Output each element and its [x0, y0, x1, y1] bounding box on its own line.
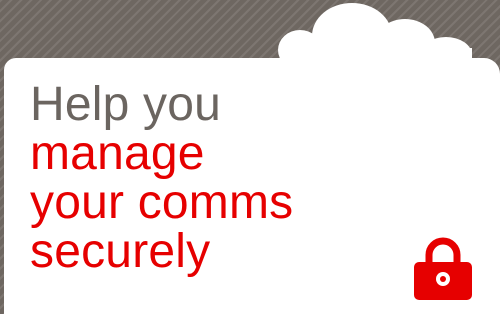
promo-banner: { "banner": { "headline": { "line_1": "H…	[0, 0, 500, 314]
headline-line-4: securely	[30, 225, 211, 278]
headline-line-3: your comms	[30, 176, 294, 229]
headline: Help you manage your comms securely	[30, 80, 293, 276]
padlock-icon	[414, 237, 472, 300]
headline-line-2: manage	[30, 127, 205, 180]
headline-line-1: Help you	[30, 78, 222, 131]
